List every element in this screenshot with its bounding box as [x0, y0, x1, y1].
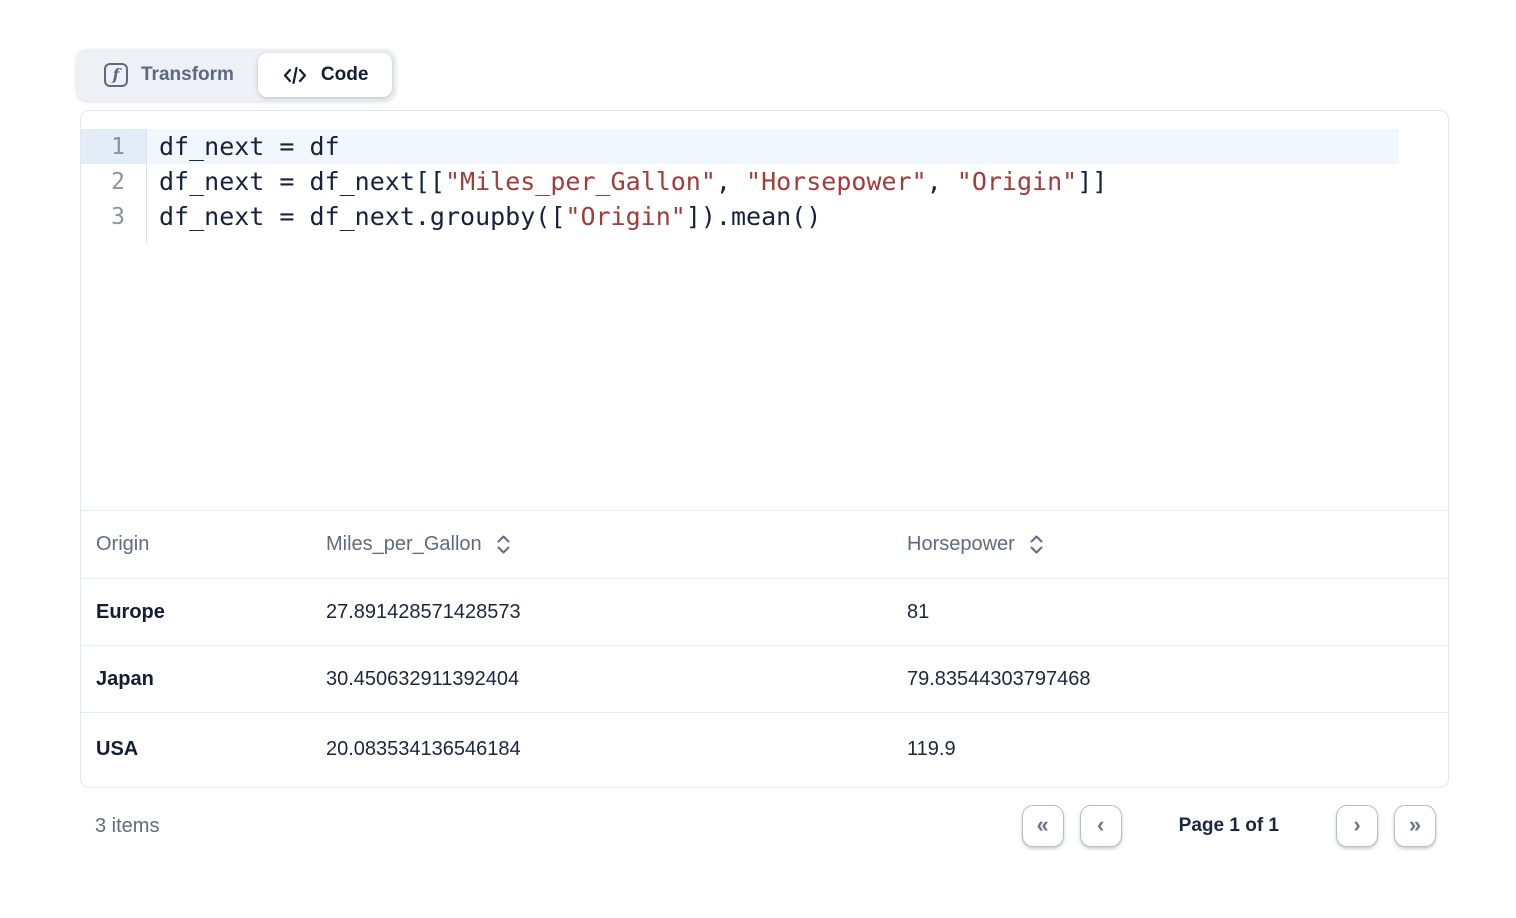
tab-code[interactable]: Code	[258, 53, 393, 97]
column-header-miles-per-gallon: Miles_per_Gallon	[311, 533, 892, 556]
function-icon: f	[104, 63, 128, 87]
previous-page-button[interactable]: ‹	[1080, 805, 1122, 847]
column-header-label: Horsepower	[907, 533, 1015, 556]
pagination: « ‹ Page 1 of 1 › »	[1022, 805, 1436, 847]
double-chevron-left-icon: «	[1037, 812, 1049, 838]
gutter-tail	[81, 234, 147, 243]
column-header-horsepower: Horsepower	[892, 533, 1448, 556]
cell-miles-per-gallon: 30.450632911392404	[311, 668, 892, 691]
main-panel: 1df_next = df2df_next = df_next[["Miles_…	[80, 110, 1449, 788]
sort-icon[interactable]	[495, 533, 512, 556]
line-number: 2	[81, 164, 147, 199]
column-header-label: Origin	[96, 533, 149, 556]
table-row: Japan 30.450632911392404 79.835443037974…	[81, 646, 1448, 713]
code-line[interactable]: 3df_next = df_next.groupby(["Origin"]).m…	[81, 199, 1399, 234]
table-row: Europe 27.891428571428573 81	[81, 579, 1448, 646]
code-text: df_next = df_next[["Miles_per_Gallon", "…	[147, 164, 1399, 199]
last-page-button[interactable]: »	[1394, 805, 1436, 847]
page-indicator: Page 1 of 1	[1179, 815, 1279, 837]
cell-miles-per-gallon: 27.891428571428573	[311, 601, 892, 624]
sort-icon[interactable]	[1028, 533, 1045, 556]
cell-horsepower: 81	[892, 601, 1448, 624]
tab-code-label: Code	[321, 64, 369, 86]
first-page-button[interactable]: «	[1022, 805, 1064, 847]
view-tabbar: f Transform Code	[76, 49, 396, 101]
cell-origin: Japan	[81, 668, 311, 691]
code-icon	[282, 66, 308, 85]
code-editor[interactable]: 1df_next = df2df_next = df_next[["Miles_…	[81, 111, 1448, 511]
line-number: 1	[81, 129, 147, 164]
column-header-origin: Origin	[81, 533, 311, 556]
items-count: 3 items	[80, 815, 159, 838]
cell-miles-per-gallon: 20.083534136546184	[311, 738, 892, 761]
line-number: 3	[81, 199, 147, 234]
tab-transform[interactable]: f Transform	[80, 53, 258, 97]
next-page-button[interactable]: ›	[1336, 805, 1378, 847]
cell-horsepower: 119.9	[892, 738, 1448, 761]
table-header-row: Origin Miles_per_Gallon Horsepower	[81, 511, 1448, 579]
cell-origin: Europe	[81, 601, 311, 624]
chevron-left-icon: ‹	[1097, 812, 1104, 838]
cell-origin: USA	[81, 738, 311, 761]
code-text: df_next = df	[147, 129, 1399, 164]
code-text: df_next = df_next.groupby(["Origin"]).me…	[147, 199, 1399, 234]
code-lines: 1df_next = df2df_next = df_next[["Miles_…	[81, 129, 1448, 234]
tab-transform-label: Transform	[141, 64, 234, 86]
column-header-label: Miles_per_Gallon	[326, 533, 482, 556]
chevron-right-icon: ›	[1353, 812, 1360, 838]
cell-horsepower: 79.83544303797468	[892, 668, 1448, 691]
code-line[interactable]: 1df_next = df	[81, 129, 1399, 164]
table-footer: 3 items « ‹ Page 1 of 1 › »	[80, 796, 1449, 856]
double-chevron-right-icon: »	[1409, 812, 1421, 838]
table-row: USA 20.083534136546184 119.9	[81, 713, 1448, 786]
code-line[interactable]: 2df_next = df_next[["Miles_per_Gallon", …	[81, 164, 1399, 199]
